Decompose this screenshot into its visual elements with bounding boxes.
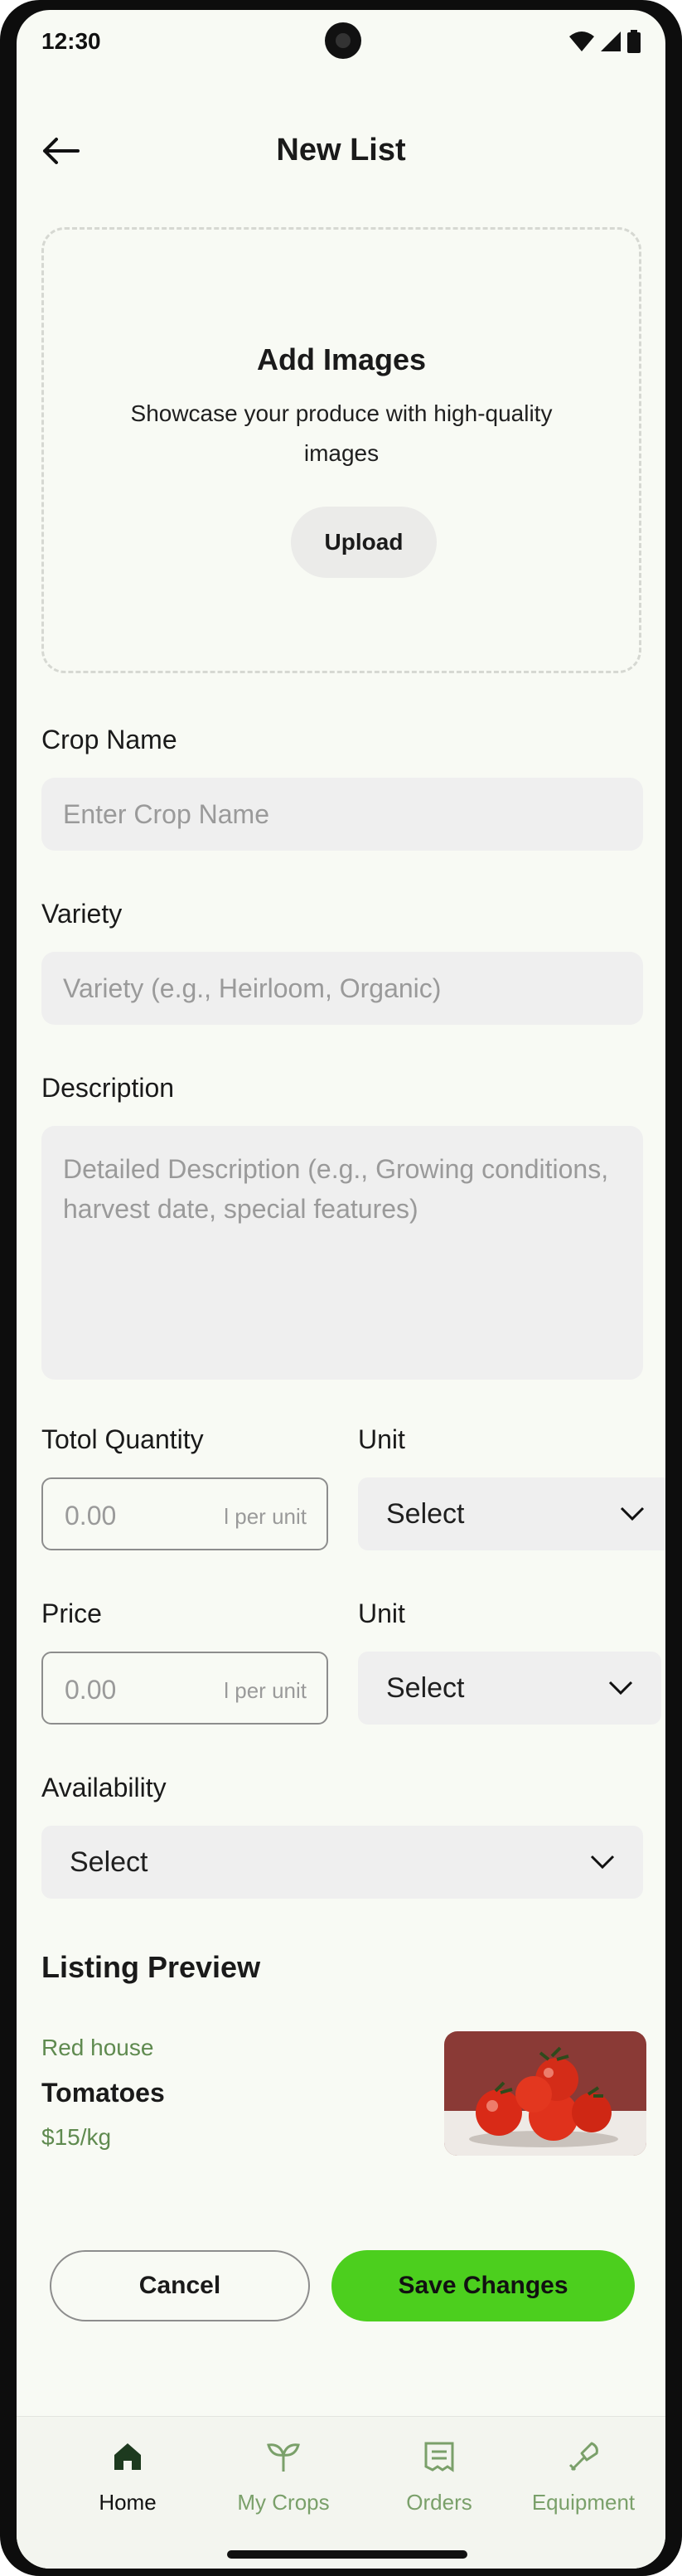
availability-select[interactable]: Select <box>41 1826 643 1899</box>
price-unit-value: Select <box>386 1671 465 1704</box>
variety-input[interactable]: Variety (e.g., Heirloom, Organic) <box>41 952 643 1025</box>
quantity-unit-select[interactable]: Select <box>358 1477 665 1550</box>
tool-icon <box>568 2442 598 2472</box>
upload-subtitle: Showcase your produce with high-quality … <box>130 400 553 466</box>
camera-cutout <box>325 22 361 59</box>
nav-label-home: Home <box>99 2490 157 2515</box>
receipt-icon <box>424 2442 454 2472</box>
nav-label-orders: Orders <box>406 2490 472 2515</box>
home-indicator <box>227 2550 467 2559</box>
crop-name-input[interactable]: Enter Crop Name <box>41 778 643 851</box>
phone-frame: 12:30 New List Add Images Showcase your … <box>0 0 682 2576</box>
price-input[interactable]: 0.00 l per unit <box>41 1652 328 1725</box>
app-bar: New List <box>17 118 665 184</box>
crop-name-label: Crop Name <box>41 725 177 754</box>
upload-title: Add Images <box>256 342 427 376</box>
nav-item-my-crops[interactable]: My Crops <box>217 2440 350 2515</box>
screen: 12:30 New List Add Images Showcase your … <box>17 10 665 2569</box>
price-unit-label: Unit <box>358 1598 405 1628</box>
availability-value: Select <box>70 1846 148 1878</box>
listing-preview-title: Listing Preview <box>41 1950 261 1984</box>
image-upload-area[interactable]: Add Images Showcase your produce with hi… <box>41 227 641 673</box>
description-label: Description <box>41 1073 175 1103</box>
availability-label: Availability <box>41 1773 167 1802</box>
price-unit-hint: l per unit <box>224 1678 307 1703</box>
nav-label-my-crops: My Crops <box>237 2490 330 2515</box>
price-label: Price <box>41 1598 102 1628</box>
price-unit-select[interactable]: Select <box>358 1652 661 1725</box>
home-icon <box>114 2443 141 2470</box>
sprout-icon <box>267 2443 300 2472</box>
nav-label-equipment: Equipment <box>531 2490 636 2515</box>
quantity-unit-label: Unit <box>358 1424 405 1454</box>
nav-item-home[interactable]: Home <box>61 2440 194 2515</box>
chevron-down-icon <box>620 1506 645 1521</box>
quantity-unit-value: Select <box>386 1497 465 1530</box>
nav-item-equipment[interactable]: Equipment <box>517 2440 650 2515</box>
status-time: 12:30 <box>41 28 101 54</box>
quantity-placeholder: 0.00 <box>65 1501 117 1531</box>
preview-farm-name: Red house <box>41 2035 154 2060</box>
wifi-icon <box>569 32 594 51</box>
price-placeholder: 0.00 <box>65 1675 117 1705</box>
preview-price: $15/kg <box>41 2124 112 2150</box>
status-icons <box>569 30 641 53</box>
quantity-input[interactable]: 0.00 l per unit <box>41 1477 328 1550</box>
signal-icon <box>601 32 621 51</box>
quantity-unit-hint: l per unit <box>224 1504 307 1529</box>
status-bar: 12:30 <box>17 10 665 68</box>
upload-button[interactable]: Upload <box>291 507 437 578</box>
bottom-navigation: Home My Crops Orders Equipment <box>17 2416 665 2569</box>
tomatoes-image <box>444 2031 646 2156</box>
cancel-button[interactable]: Cancel <box>50 2250 310 2321</box>
chevron-down-icon <box>608 1681 633 1696</box>
variety-label: Variety <box>41 899 123 929</box>
save-changes-button[interactable]: Save Changes <box>331 2250 635 2321</box>
battery-icon <box>627 30 641 53</box>
nav-item-orders[interactable]: Orders <box>373 2440 505 2515</box>
preview-crop-name: Tomatoes <box>41 2078 165 2108</box>
page-title: New List <box>276 133 406 167</box>
description-textarea[interactable]: Detailed Description (e.g., Growing cond… <box>41 1126 643 1380</box>
total-quantity-label: Totol Quantity <box>41 1424 204 1454</box>
chevron-down-icon <box>590 1855 615 1870</box>
